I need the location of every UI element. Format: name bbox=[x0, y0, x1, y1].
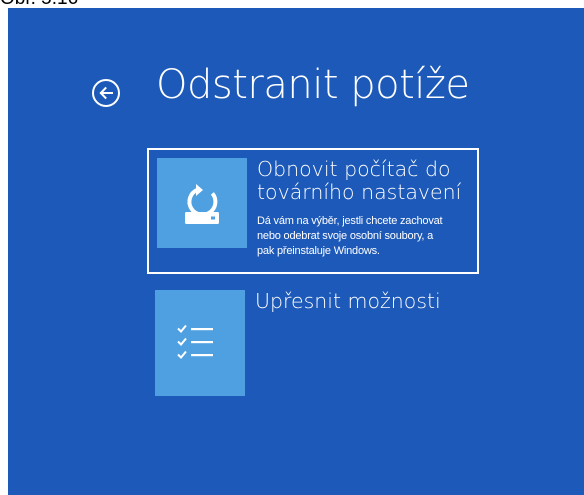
back-arrow-icon bbox=[99, 86, 113, 100]
checklist-icon bbox=[177, 324, 213, 359]
recovery-screen: Odstranit potíže Obnovit počítač do tová… bbox=[8, 8, 584, 495]
figure-caption: Obr. 5.16 bbox=[0, 0, 78, 9]
advanced-options-tile bbox=[155, 290, 245, 396]
advanced-options-title: Upřesnit možnosti bbox=[255, 289, 441, 313]
reset-pc-title-line: Obnovit počítač do bbox=[257, 157, 451, 181]
reset-pc-title: Obnovit počítač do továrního nastavení bbox=[257, 158, 475, 204]
reset-pc-description-line: pak přeinstaluje Windows. bbox=[257, 245, 380, 257]
reset-pc-tile bbox=[157, 158, 247, 248]
reset-drive-icon bbox=[185, 184, 219, 224]
reset-pc-description-line: Dá vám na výběr, jestli chcete zachovat bbox=[257, 215, 443, 227]
reset-pc-description: Dá vám na výběr, jestli chcete zachovat … bbox=[257, 214, 477, 259]
reset-pc-option[interactable]: Obnovit počítač do továrního nastavení D… bbox=[147, 148, 479, 274]
advanced-options-option[interactable]: Upřesnit možnosti bbox=[155, 290, 475, 400]
reset-pc-title-line: továrního nastavení bbox=[257, 180, 462, 204]
page-title: Odstranit potíže bbox=[156, 62, 470, 108]
reset-pc-description-line: nebo odebrat svoje osobní soubory, a bbox=[257, 230, 434, 242]
back-button[interactable] bbox=[92, 79, 120, 107]
